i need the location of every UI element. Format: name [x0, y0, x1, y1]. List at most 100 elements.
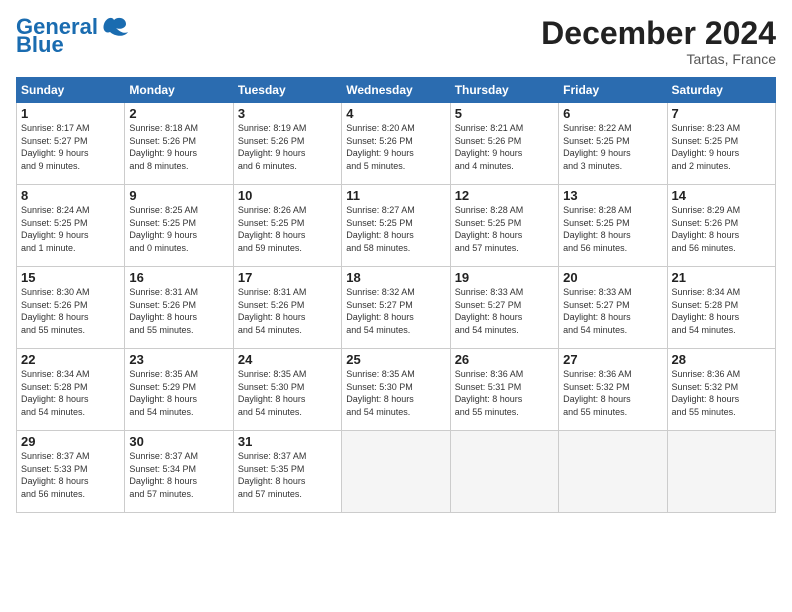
calendar-cell: 2Sunrise: 8:18 AM Sunset: 5:26 PM Daylig… — [125, 103, 233, 185]
weekday-thursday: Thursday — [450, 78, 558, 103]
calendar-cell: 23Sunrise: 8:35 AM Sunset: 5:29 PM Dayli… — [125, 349, 233, 431]
calendar-cell — [667, 431, 775, 513]
day-number: 27 — [563, 352, 662, 367]
calendar-cell: 17Sunrise: 8:31 AM Sunset: 5:26 PM Dayli… — [233, 267, 341, 349]
weekday-tuesday: Tuesday — [233, 78, 341, 103]
day-number: 5 — [455, 106, 554, 121]
calendar-cell: 10Sunrise: 8:26 AM Sunset: 5:25 PM Dayli… — [233, 185, 341, 267]
day-number: 29 — [21, 434, 120, 449]
day-info: Sunrise: 8:36 AM Sunset: 5:32 PM Dayligh… — [672, 368, 771, 418]
header: General Blue December 2024 Tartas, Franc… — [16, 16, 776, 67]
calendar-cell — [559, 431, 667, 513]
page: General Blue December 2024 Tartas, Franc… — [0, 0, 792, 612]
day-info: Sunrise: 8:26 AM Sunset: 5:25 PM Dayligh… — [238, 204, 337, 254]
day-number: 26 — [455, 352, 554, 367]
calendar-cell: 29Sunrise: 8:37 AM Sunset: 5:33 PM Dayli… — [17, 431, 125, 513]
day-number: 25 — [346, 352, 445, 367]
day-info: Sunrise: 8:20 AM Sunset: 5:26 PM Dayligh… — [346, 122, 445, 172]
calendar-cell: 22Sunrise: 8:34 AM Sunset: 5:28 PM Dayli… — [17, 349, 125, 431]
day-info: Sunrise: 8:28 AM Sunset: 5:25 PM Dayligh… — [563, 204, 662, 254]
day-number: 20 — [563, 270, 662, 285]
day-info: Sunrise: 8:22 AM Sunset: 5:25 PM Dayligh… — [563, 122, 662, 172]
day-number: 2 — [129, 106, 228, 121]
day-number: 9 — [129, 188, 228, 203]
calendar-cell: 26Sunrise: 8:36 AM Sunset: 5:31 PM Dayli… — [450, 349, 558, 431]
weekday-sunday: Sunday — [17, 78, 125, 103]
calendar-cell: 15Sunrise: 8:30 AM Sunset: 5:26 PM Dayli… — [17, 267, 125, 349]
day-info: Sunrise: 8:35 AM Sunset: 5:30 PM Dayligh… — [346, 368, 445, 418]
day-info: Sunrise: 8:31 AM Sunset: 5:26 PM Dayligh… — [129, 286, 228, 336]
day-number: 23 — [129, 352, 228, 367]
weekday-header-row: SundayMondayTuesdayWednesdayThursdayFrid… — [17, 78, 776, 103]
calendar-cell: 6Sunrise: 8:22 AM Sunset: 5:25 PM Daylig… — [559, 103, 667, 185]
day-number: 22 — [21, 352, 120, 367]
day-number: 3 — [238, 106, 337, 121]
day-info: Sunrise: 8:37 AM Sunset: 5:33 PM Dayligh… — [21, 450, 120, 500]
day-info: Sunrise: 8:35 AM Sunset: 5:29 PM Dayligh… — [129, 368, 228, 418]
calendar-table: SundayMondayTuesdayWednesdayThursdayFrid… — [16, 77, 776, 513]
logo-bird-icon — [100, 16, 128, 38]
day-info: Sunrise: 8:33 AM Sunset: 5:27 PM Dayligh… — [563, 286, 662, 336]
calendar-cell: 8Sunrise: 8:24 AM Sunset: 5:25 PM Daylig… — [17, 185, 125, 267]
day-number: 16 — [129, 270, 228, 285]
weekday-friday: Friday — [559, 78, 667, 103]
day-number: 18 — [346, 270, 445, 285]
day-number: 11 — [346, 188, 445, 203]
calendar-cell: 28Sunrise: 8:36 AM Sunset: 5:32 PM Dayli… — [667, 349, 775, 431]
weekday-wednesday: Wednesday — [342, 78, 450, 103]
day-number: 30 — [129, 434, 228, 449]
calendar-cell: 11Sunrise: 8:27 AM Sunset: 5:25 PM Dayli… — [342, 185, 450, 267]
day-number: 7 — [672, 106, 771, 121]
calendar-cell: 3Sunrise: 8:19 AM Sunset: 5:26 PM Daylig… — [233, 103, 341, 185]
day-info: Sunrise: 8:19 AM Sunset: 5:26 PM Dayligh… — [238, 122, 337, 172]
calendar-cell: 16Sunrise: 8:31 AM Sunset: 5:26 PM Dayli… — [125, 267, 233, 349]
day-number: 10 — [238, 188, 337, 203]
day-info: Sunrise: 8:30 AM Sunset: 5:26 PM Dayligh… — [21, 286, 120, 336]
day-info: Sunrise: 8:36 AM Sunset: 5:31 PM Dayligh… — [455, 368, 554, 418]
day-number: 15 — [21, 270, 120, 285]
calendar-cell: 24Sunrise: 8:35 AM Sunset: 5:30 PM Dayli… — [233, 349, 341, 431]
day-number: 19 — [455, 270, 554, 285]
day-info: Sunrise: 8:24 AM Sunset: 5:25 PM Dayligh… — [21, 204, 120, 254]
month-title: December 2024 — [541, 16, 776, 51]
day-number: 12 — [455, 188, 554, 203]
calendar-cell: 7Sunrise: 8:23 AM Sunset: 5:25 PM Daylig… — [667, 103, 775, 185]
day-info: Sunrise: 8:34 AM Sunset: 5:28 PM Dayligh… — [21, 368, 120, 418]
day-info: Sunrise: 8:37 AM Sunset: 5:35 PM Dayligh… — [238, 450, 337, 500]
calendar-cell: 5Sunrise: 8:21 AM Sunset: 5:26 PM Daylig… — [450, 103, 558, 185]
day-info: Sunrise: 8:34 AM Sunset: 5:28 PM Dayligh… — [672, 286, 771, 336]
calendar-cell — [450, 431, 558, 513]
day-number: 24 — [238, 352, 337, 367]
day-info: Sunrise: 8:36 AM Sunset: 5:32 PM Dayligh… — [563, 368, 662, 418]
calendar-cell: 4Sunrise: 8:20 AM Sunset: 5:26 PM Daylig… — [342, 103, 450, 185]
calendar-cell: 14Sunrise: 8:29 AM Sunset: 5:26 PM Dayli… — [667, 185, 775, 267]
weekday-saturday: Saturday — [667, 78, 775, 103]
calendar-cell: 31Sunrise: 8:37 AM Sunset: 5:35 PM Dayli… — [233, 431, 341, 513]
day-info: Sunrise: 8:25 AM Sunset: 5:25 PM Dayligh… — [129, 204, 228, 254]
calendar-cell: 1Sunrise: 8:17 AM Sunset: 5:27 PM Daylig… — [17, 103, 125, 185]
calendar-cell: 19Sunrise: 8:33 AM Sunset: 5:27 PM Dayli… — [450, 267, 558, 349]
week-row-3: 15Sunrise: 8:30 AM Sunset: 5:26 PM Dayli… — [17, 267, 776, 349]
calendar-cell: 12Sunrise: 8:28 AM Sunset: 5:25 PM Dayli… — [450, 185, 558, 267]
week-row-4: 22Sunrise: 8:34 AM Sunset: 5:28 PM Dayli… — [17, 349, 776, 431]
day-number: 6 — [563, 106, 662, 121]
weekday-monday: Monday — [125, 78, 233, 103]
calendar-cell: 9Sunrise: 8:25 AM Sunset: 5:25 PM Daylig… — [125, 185, 233, 267]
day-info: Sunrise: 8:17 AM Sunset: 5:27 PM Dayligh… — [21, 122, 120, 172]
calendar-cell: 27Sunrise: 8:36 AM Sunset: 5:32 PM Dayli… — [559, 349, 667, 431]
day-info: Sunrise: 8:27 AM Sunset: 5:25 PM Dayligh… — [346, 204, 445, 254]
day-number: 8 — [21, 188, 120, 203]
calendar-cell — [342, 431, 450, 513]
week-row-2: 8Sunrise: 8:24 AM Sunset: 5:25 PM Daylig… — [17, 185, 776, 267]
day-number: 28 — [672, 352, 771, 367]
calendar-cell: 21Sunrise: 8:34 AM Sunset: 5:28 PM Dayli… — [667, 267, 775, 349]
location: Tartas, France — [541, 51, 776, 67]
day-info: Sunrise: 8:28 AM Sunset: 5:25 PM Dayligh… — [455, 204, 554, 254]
day-number: 14 — [672, 188, 771, 203]
calendar-cell: 25Sunrise: 8:35 AM Sunset: 5:30 PM Dayli… — [342, 349, 450, 431]
day-number: 17 — [238, 270, 337, 285]
logo: General Blue — [16, 16, 128, 56]
day-number: 1 — [21, 106, 120, 121]
calendar-cell: 13Sunrise: 8:28 AM Sunset: 5:25 PM Dayli… — [559, 185, 667, 267]
day-number: 13 — [563, 188, 662, 203]
